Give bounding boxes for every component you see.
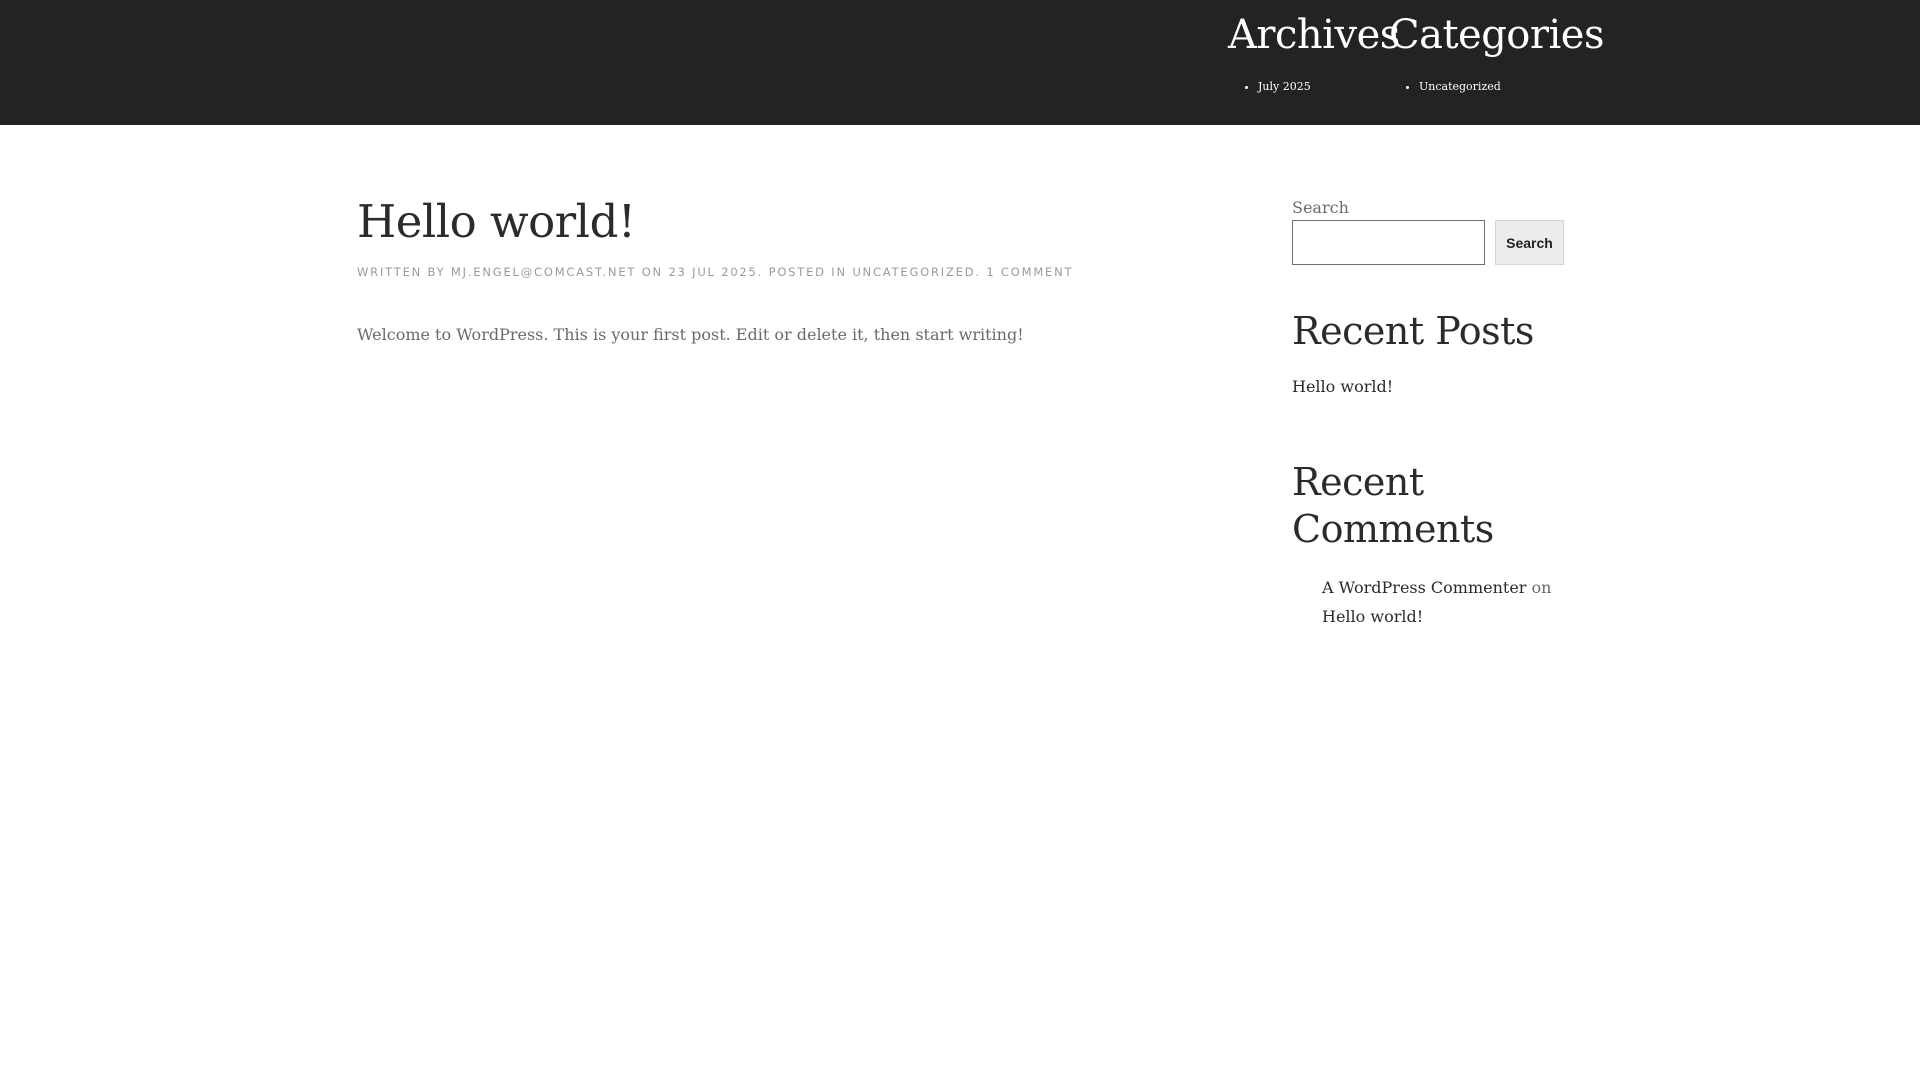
categories-widget: Categories Uncategorized bbox=[1389, 0, 1605, 94]
meta-on: on bbox=[641, 265, 663, 279]
recent-comments-list: A WordPress Commenter on Hello world! bbox=[1292, 573, 1564, 631]
post-meta: Written by mj.engel@comcast.net on 23 Ju… bbox=[357, 265, 1073, 279]
archives-widget: Archives July 2025 bbox=[1228, 0, 1400, 94]
meta-written-by: Written by bbox=[357, 265, 446, 279]
meta-separator: . bbox=[975, 265, 981, 279]
recent-comment-item: A WordPress Commenter on Hello world! bbox=[1322, 573, 1564, 631]
comment-post-link[interactable]: Hello world! bbox=[1322, 607, 1423, 626]
categories-item: Uncategorized bbox=[1419, 80, 1604, 94]
post-body: Welcome to WordPress. This is your first… bbox=[357, 325, 1024, 344]
comment-on-word: on bbox=[1531, 578, 1552, 597]
meta-date-link[interactable]: 23 Jul 2025 bbox=[668, 265, 757, 279]
recent-comments-title: Recent Comments bbox=[1292, 460, 1494, 551]
search-button[interactable]: Search bbox=[1495, 220, 1564, 265]
comment-author-link[interactable]: A WordPress Commenter bbox=[1322, 578, 1526, 597]
archive-link-july-2025[interactable]: July 2025 bbox=[1258, 80, 1311, 93]
search-input[interactable] bbox=[1292, 220, 1485, 265]
recent-post-link[interactable]: Hello world! bbox=[1292, 375, 1564, 399]
site-header: Archives July 2025 Categories Uncategori… bbox=[0, 0, 1920, 125]
meta-author-link[interactable]: mj.engel@comcast.net bbox=[451, 265, 636, 279]
recent-posts-title: Recent Posts bbox=[1292, 309, 1534, 353]
post-title[interactable]: Hello world! bbox=[357, 196, 636, 248]
search-label: Search bbox=[1292, 198, 1349, 217]
meta-category-link[interactable]: Uncategorized bbox=[852, 265, 975, 279]
search-form: Search bbox=[1292, 220, 1564, 265]
archives-list: July 2025 bbox=[1228, 80, 1400, 94]
archives-item: July 2025 bbox=[1258, 80, 1400, 94]
meta-posted-in: . Posted in bbox=[757, 265, 847, 279]
categories-title: Categories bbox=[1389, 12, 1605, 58]
meta-comments-link[interactable]: 1 Comment bbox=[986, 265, 1073, 279]
sidebar: Search Search Recent Posts Hello world! … bbox=[1292, 196, 1564, 631]
category-link-uncategorized[interactable]: Uncategorized bbox=[1419, 80, 1501, 93]
archives-title: Archives bbox=[1228, 12, 1400, 58]
categories-list: Uncategorized bbox=[1389, 80, 1604, 94]
